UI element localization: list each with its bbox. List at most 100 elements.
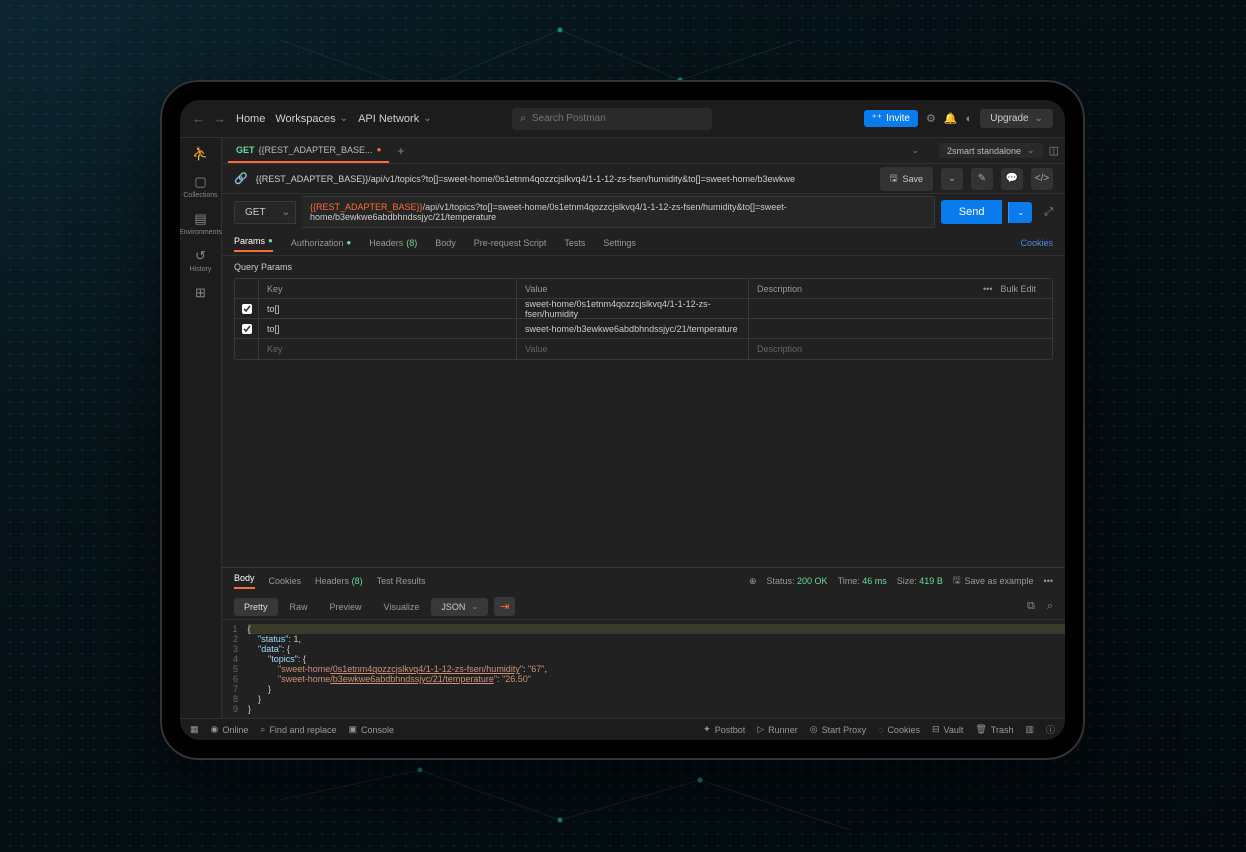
table-row[interactable]: to[] sweet-home/b3ewkwe6abdbhndssjyc/21/… (235, 319, 1052, 339)
tab-dropdown-icon[interactable]: ⌄ (911, 145, 919, 156)
rail-history[interactable]: ↺History (190, 248, 212, 273)
wrap-icon[interactable]: ⇥ (494, 597, 515, 616)
more-icon[interactable]: ••• (983, 284, 992, 294)
subtab-prerequest[interactable]: Pre-request Script (474, 238, 547, 248)
nav-workspaces[interactable]: Workspaces (275, 113, 348, 125)
content-area: GET {{REST_ADAPTER_BASE... ● + ⌄ 2smart … (222, 138, 1065, 718)
view-pretty[interactable]: Pretty (234, 598, 278, 616)
environment-view-icon[interactable]: ◫ (1049, 144, 1059, 157)
nav-home[interactable]: Home (236, 113, 265, 125)
collections-icon: ▢ (194, 174, 206, 190)
bulk-edit-link[interactable]: Bulk Edit (1000, 284, 1036, 294)
device-frame: ← → Home Workspaces API Network ⌕ ⁺⁺Invi… (160, 80, 1085, 760)
send-button[interactable]: Send (941, 200, 1003, 224)
rail-environments[interactable]: ▤Environments (180, 211, 222, 236)
sb-panel-icon[interactable]: ▦ (190, 724, 199, 735)
invite-button[interactable]: ⁺⁺Invite (864, 110, 918, 127)
sync-icon[interactable]: ◐ (966, 113, 973, 125)
param-checkbox[interactable] (242, 324, 252, 334)
sb-cookies[interactable]: ◌Cookies (878, 723, 920, 736)
subtab-headers[interactable]: Headers (8) (369, 238, 417, 248)
rail-person[interactable]: ⛹ (192, 146, 208, 162)
rail-collections[interactable]: ▢Collections (183, 174, 217, 199)
search-response-icon[interactable]: ⌕ (1047, 600, 1053, 613)
copy-icon[interactable]: ⧉ (1027, 600, 1035, 613)
notifications-icon[interactable]: 🔔 (944, 112, 958, 125)
upgrade-button[interactable]: Upgrade⌄ (980, 109, 1053, 128)
resp-tab-headers[interactable]: Headers (8) (315, 576, 363, 586)
search-box[interactable]: ⌕ (512, 108, 712, 130)
sb-online[interactable]: ◉Online (211, 724, 249, 735)
request-tab-active[interactable]: GET {{REST_ADAPTER_BASE... ● (228, 138, 389, 163)
network-icon[interactable]: ⊕ (749, 576, 757, 587)
request-subtabs: Params● Authorization● Headers (8) Body … (222, 230, 1065, 256)
expand-icon[interactable]: ⤢ (1044, 206, 1053, 219)
response-panel: Body Cookies Headers (8) Test Results ⊕ … (222, 567, 1065, 718)
view-visualize[interactable]: Visualize (374, 598, 430, 616)
subtab-authorization[interactable]: Authorization● (291, 238, 351, 248)
params-table: Key Value Description ••• Bulk Edit to[] s… (234, 278, 1053, 360)
param-description[interactable] (749, 319, 1052, 338)
sb-runner[interactable]: ▷Runner (757, 723, 797, 736)
search-icon: ⌕ (260, 724, 265, 735)
url-input[interactable]: {{REST_ADAPTER_BASE}}/api/v1/topics?to[]… (302, 196, 935, 228)
trash-icon: 🗑 (975, 724, 986, 735)
method-select[interactable]: GET (234, 201, 296, 224)
nav-api-network[interactable]: API Network (358, 113, 432, 125)
col-value: Value (517, 279, 749, 298)
param-value[interactable]: sweet-home/0s1etnm4qozzcjslkvq4/1-1-12-z… (517, 299, 749, 318)
add-tab-button[interactable]: + (397, 144, 404, 158)
code-icon[interactable]: </> (1031, 168, 1053, 190)
environment-select[interactable]: 2smart standalone (939, 143, 1043, 158)
tab-method: GET (236, 145, 255, 155)
sb-find-replace[interactable]: ⌕Find and replace (260, 724, 336, 735)
subtab-settings[interactable]: Settings (603, 238, 636, 248)
subtab-body[interactable]: Body (435, 238, 456, 248)
cookie-icon: ◌ (878, 725, 883, 735)
grid-icon: ⊞ (195, 285, 206, 301)
save-dropdown[interactable]: ⌄ (941, 168, 963, 190)
param-checkbox[interactable] (242, 304, 252, 314)
param-key[interactable]: to[] (259, 319, 517, 338)
param-value[interactable]: sweet-home/b3ewkwe6abdbhndssjyc/21/tempe… (517, 319, 749, 338)
sb-trash[interactable]: 🗑Trash (975, 723, 1013, 736)
sb-help-icon[interactable]: ⓘ (1046, 723, 1055, 736)
save-button[interactable]: 🖫Save (880, 167, 933, 191)
view-preview[interactable]: Preview (320, 598, 372, 616)
tab-name: {{REST_ADAPTER_BASE... (259, 145, 373, 155)
param-key[interactable]: to[] (259, 299, 517, 318)
subtab-tests[interactable]: Tests (564, 238, 585, 248)
format-select[interactable]: JSON (431, 598, 488, 616)
save-icon: 🖫 (890, 171, 898, 187)
table-row-new[interactable]: Key Value Description (235, 339, 1052, 359)
resp-tab-body[interactable]: Body (234, 573, 255, 589)
resp-tab-test-results[interactable]: Test Results (377, 576, 426, 586)
more-icon[interactable]: ••• (1044, 576, 1053, 586)
url-row: GET {{REST_ADAPTER_BASE}}/api/v1/topics?… (222, 194, 1065, 230)
person-icon: ⛹ (192, 146, 208, 162)
comment-icon[interactable]: 💬 (1001, 168, 1023, 190)
query-params-label: Query Params (222, 256, 1065, 278)
table-row[interactable]: to[] sweet-home/0s1etnm4qozzcjslkvq4/1-1… (235, 299, 1052, 319)
search-input[interactable] (532, 113, 704, 124)
subtab-params[interactable]: Params● (234, 236, 273, 252)
save-example-link[interactable]: 🖫Save as example (953, 573, 1034, 589)
settings-icon[interactable]: ⚙ (926, 112, 936, 125)
search-icon: ⌕ (520, 113, 526, 124)
sb-proxy[interactable]: ◎Start Proxy (810, 723, 866, 736)
nav-back-icon[interactable]: ← (192, 111, 205, 126)
rail-more[interactable]: ⊞ (195, 285, 206, 301)
resp-tab-cookies[interactable]: Cookies (269, 576, 302, 586)
response-body[interactable]: 1{ 2 "status": 1, 3 "data": { 4 "topics"… (222, 620, 1065, 718)
view-raw[interactable]: Raw (280, 598, 318, 616)
send-dropdown[interactable]: ⌄ (1008, 202, 1032, 223)
sb-postbot[interactable]: ✦Postbot (703, 723, 745, 736)
sb-console[interactable]: ▣Console (348, 724, 394, 735)
sb-vault[interactable]: ⊟Vault (932, 723, 963, 736)
param-description[interactable] (749, 299, 1052, 318)
col-key: Key (259, 279, 517, 298)
cookies-link[interactable]: Cookies (1020, 238, 1053, 248)
sb-layout-icon[interactable]: ▥ (1025, 723, 1034, 736)
nav-forward-icon[interactable]: → (213, 111, 226, 126)
edit-icon[interactable]: ✎ (971, 168, 993, 190)
